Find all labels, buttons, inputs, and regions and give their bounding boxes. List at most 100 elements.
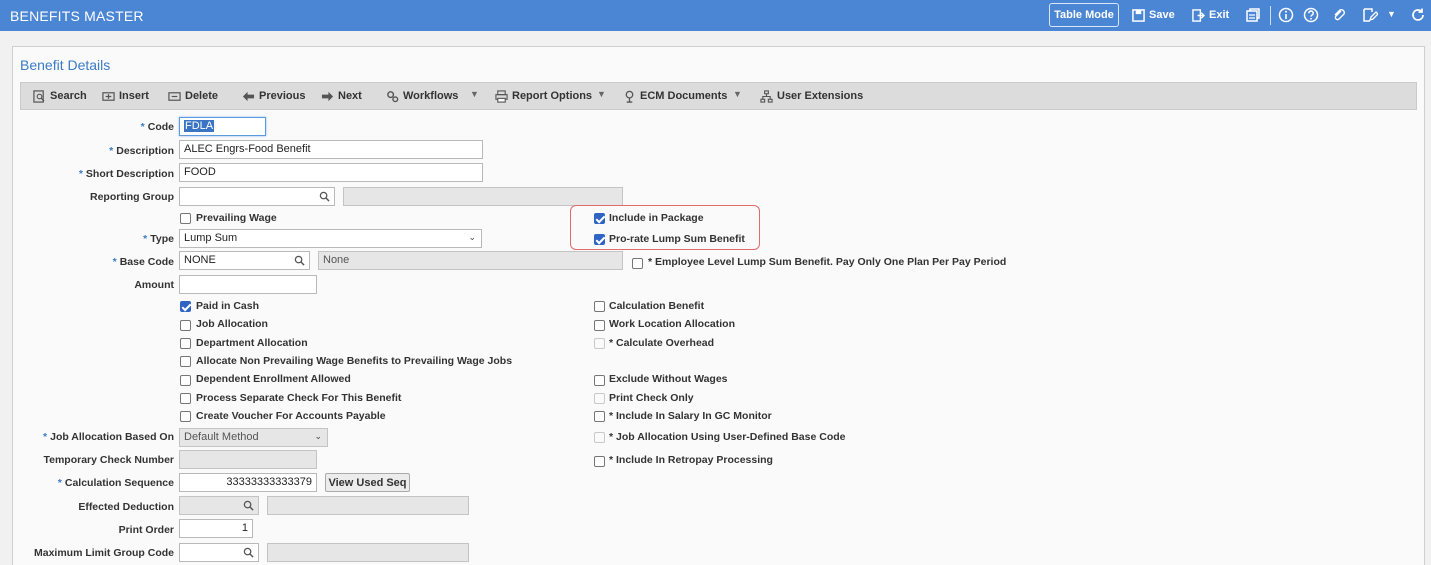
create-voucher-label: Create Voucher For Accounts Payable <box>196 410 386 422</box>
chevron-down-icon: ⌄ <box>314 431 322 441</box>
process-separate-check-label: Process Separate Check For This Benefit <box>196 392 402 404</box>
printer-icon <box>495 89 508 103</box>
process-separate-check-checkbox[interactable] <box>180 393 191 404</box>
workflows-button[interactable]: Workflows <box>386 88 458 104</box>
calculation-benefit-checkbox[interactable] <box>594 301 605 312</box>
insert-icon <box>102 91 115 101</box>
search-icon[interactable] <box>319 191 330 202</box>
type-label: * Type <box>143 233 174 245</box>
workflows-chevron-down-icon[interactable]: ▼ <box>470 89 479 99</box>
user-extensions-button[interactable]: User Extensions <box>760 88 863 104</box>
workflows-label: Workflows <box>403 90 459 102</box>
job-allocation-based-on-select[interactable]: Default Method ⌄ <box>179 428 328 447</box>
include-in-salary-gc-label: * Include In Salary In GC Monitor <box>609 410 772 422</box>
dependent-enrollment-checkbox[interactable] <box>180 375 191 386</box>
description-input[interactable]: ALEC Engrs-Food Benefit <box>179 140 483 159</box>
job-alloc-user-defined-checkbox[interactable] <box>594 432 605 443</box>
copy-icon[interactable] <box>1245 7 1261 23</box>
dependent-enrollment-label: Dependent Enrollment Allowed <box>196 373 351 385</box>
short-description-label: * Short Description <box>78 168 174 180</box>
calculate-overhead-checkbox[interactable] <box>594 338 605 349</box>
title-bar: BENEFITS MASTER Table Mode Save Exit ▼ <box>0 0 1431 31</box>
job-allocation-based-on-label: * Job Allocation Based On <box>43 431 174 443</box>
effected-deduction-label: Effected Deduction <box>78 501 174 513</box>
exit-button[interactable]: Exit <box>1192 3 1229 27</box>
base-code-label: * Base Code <box>112 256 174 268</box>
work-location-allocation-checkbox[interactable] <box>594 320 605 331</box>
app-title: BENEFITS MASTER <box>10 8 144 24</box>
search-icon[interactable] <box>243 547 254 558</box>
report-options-button[interactable]: Report Options <box>495 88 592 104</box>
previous-label: Previous <box>259 90 306 102</box>
calculation-sequence-label: * Calculation Sequence <box>57 477 174 489</box>
panel-title: Benefit Details <box>20 57 111 73</box>
description-label: * Description <box>109 145 174 157</box>
view-used-seq-button[interactable]: View Used Seq <box>325 473 410 492</box>
calculation-sequence-input[interactable]: 33333333333379 <box>179 473 317 492</box>
max-limit-group-code-input[interactable] <box>179 543 259 562</box>
chevron-down-icon[interactable]: ▼ <box>1387 9 1396 19</box>
allocate-non-prevailing-checkbox[interactable] <box>180 356 191 367</box>
print-order-input[interactable]: 1 <box>179 519 253 538</box>
exit-icon <box>1192 8 1205 22</box>
reporting-group-input[interactable] <box>179 187 335 206</box>
temporary-check-number-input <box>179 450 317 469</box>
table-mode-button[interactable]: Table Mode <box>1049 3 1119 27</box>
exclude-without-wages-checkbox[interactable] <box>594 375 605 386</box>
type-select[interactable]: Lump Sum ⌄ <box>179 229 482 248</box>
insert-button[interactable]: Insert <box>102 88 149 104</box>
job-allocation-checkbox[interactable] <box>180 320 191 331</box>
create-voucher-checkbox[interactable] <box>180 411 191 422</box>
include-in-salary-gc-checkbox[interactable] <box>594 411 605 422</box>
save-button[interactable]: Save <box>1132 3 1175 27</box>
attach-icon[interactable] <box>1331 7 1347 23</box>
print-check-only-checkbox[interactable] <box>594 393 605 404</box>
calculation-benefit-label: Calculation Benefit <box>609 300 705 312</box>
delete-button[interactable]: Delete <box>168 88 218 104</box>
exit-label: Exit <box>1209 9 1230 21</box>
prorate-lump-sum-label: Pro-rate Lump Sum Benefit <box>609 233 745 245</box>
include-in-package-checkbox[interactable] <box>594 213 605 224</box>
info-icon[interactable] <box>1278 7 1294 23</box>
include-in-retropay-checkbox[interactable] <box>594 456 605 467</box>
prevailing-wage-label: Prevailing Wage <box>196 212 277 224</box>
refresh-icon[interactable] <box>1410 7 1426 23</box>
chevron-down-icon: ⌄ <box>468 232 476 242</box>
delete-icon <box>168 91 181 101</box>
report-options-chevron-down-icon[interactable]: ▼ <box>597 89 606 99</box>
search-icon[interactable] <box>294 255 305 266</box>
employee-level-lump-sum-checkbox[interactable] <box>632 258 643 269</box>
department-allocation-checkbox[interactable] <box>180 338 191 349</box>
next-button[interactable]: Next <box>321 88 362 104</box>
prevailing-wage-checkbox[interactable] <box>180 213 191 224</box>
temporary-check-number-label: Temporary Check Number <box>43 454 174 466</box>
document-pin-icon <box>625 90 634 103</box>
search-icon[interactable] <box>243 500 254 511</box>
search-label: Search <box>50 90 87 102</box>
effected-deduction-description <box>267 496 469 515</box>
arrow-left-icon <box>242 91 255 101</box>
exclude-without-wages-label: Exclude Without Wages <box>609 373 728 385</box>
help-icon[interactable] <box>1303 7 1319 23</box>
effected-deduction-input[interactable] <box>179 496 259 515</box>
base-code-input[interactable]: NONE <box>179 251 310 270</box>
ecm-documents-chevron-down-icon[interactable]: ▼ <box>733 89 742 99</box>
base-code-description: None <box>318 251 623 270</box>
save-label: Save <box>1149 9 1175 21</box>
edit-icon[interactable] <box>1362 7 1378 23</box>
search-icon <box>33 89 45 103</box>
print-order-label: Print Order <box>118 524 174 536</box>
code-input[interactable]: FDLA <box>179 117 266 136</box>
save-icon <box>1132 8 1145 22</box>
arrow-right-icon <box>321 91 334 101</box>
ecm-documents-button[interactable]: ECM Documents <box>623 88 727 104</box>
paid-in-cash-checkbox[interactable] <box>180 301 191 312</box>
prorate-lump-sum-checkbox[interactable] <box>594 234 605 245</box>
code-label: * Code <box>140 121 174 133</box>
previous-button[interactable]: Previous <box>242 88 305 104</box>
job-allocation-label: Job Allocation <box>196 318 268 330</box>
search-button[interactable]: Search <box>33 88 87 104</box>
amount-input[interactable] <box>179 275 317 294</box>
short-description-input[interactable]: FOOD <box>179 163 483 182</box>
next-label: Next <box>338 90 362 102</box>
